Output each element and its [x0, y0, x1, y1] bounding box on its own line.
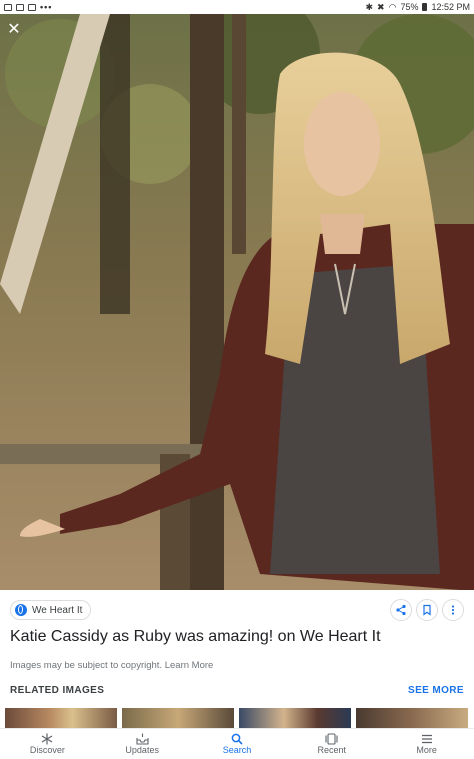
- recent-tabs-icon: [325, 732, 338, 745]
- inbox-icon: [136, 732, 149, 745]
- asterisk-icon: [41, 732, 53, 745]
- gallery-notification-icon: [16, 3, 24, 11]
- globe-icon: [15, 604, 27, 616]
- photo-illustration: [0, 14, 474, 590]
- nav-more[interactable]: More: [379, 729, 474, 759]
- bookmark-icon: [423, 604, 431, 616]
- see-more-link[interactable]: SEE MORE: [408, 685, 464, 696]
- source-chip[interactable]: We Heart It: [10, 600, 92, 620]
- related-images-heading: RELATED IMAGES: [10, 685, 105, 696]
- more-vert-icon: [451, 605, 455, 615]
- status-left: •••: [4, 2, 52, 12]
- overflow-menu-button[interactable]: [442, 599, 464, 621]
- nav-updates[interactable]: Updates: [95, 729, 190, 759]
- nav-updates-label: Updates: [125, 745, 159, 755]
- nav-discover-label: Discover: [29, 745, 65, 755]
- related-image-thumb[interactable]: [356, 708, 468, 730]
- image-title[interactable]: Katie Cassidy as Ruby was amazing! on We…: [10, 628, 465, 646]
- menu-icon: [421, 732, 433, 745]
- bluetooth-icon: ✱: [365, 1, 374, 12]
- wifi-icon: ◠: [388, 1, 397, 12]
- related-image-thumb[interactable]: [5, 708, 117, 730]
- clock: 12:52 PM: [431, 2, 470, 12]
- save-button[interactable]: [416, 599, 438, 621]
- source-name: We Heart It: [32, 604, 83, 616]
- battery-icon: [422, 3, 428, 11]
- related-image-thumb[interactable]: [122, 708, 234, 730]
- more-notifications-icon: •••: [40, 2, 53, 12]
- search-icon: [231, 732, 243, 745]
- status-bar: ••• ✱ ✖ ◠ 75% 12:52 PM: [0, 0, 474, 14]
- share-button[interactable]: [390, 599, 412, 621]
- main-image[interactable]: ✕: [0, 14, 474, 590]
- nav-more-label: More: [416, 745, 437, 755]
- share-icon: [396, 604, 406, 616]
- close-icon[interactable]: ✕: [4, 20, 24, 40]
- nav-search[interactable]: Search: [190, 729, 285, 759]
- nav-discover[interactable]: Discover: [0, 729, 95, 759]
- message-notification-icon: [28, 3, 36, 11]
- status-right: ✱ ✖ ◠ 75% 12:52 PM: [366, 2, 471, 13]
- mute-icon: ✖: [377, 1, 385, 12]
- nav-search-label: Search: [222, 745, 252, 755]
- copyright-notice[interactable]: Images may be subject to copyright. Lear…: [10, 660, 213, 671]
- notification-icon: [4, 3, 12, 11]
- related-image-thumb[interactable]: [239, 708, 351, 730]
- nav-recent[interactable]: Recent: [284, 729, 379, 759]
- related-images-strip: [5, 708, 474, 730]
- bottom-navigation: Discover Updates Search Recent More: [0, 728, 474, 759]
- nav-recent-label: Recent: [317, 745, 347, 755]
- battery-percent: 75%: [400, 2, 419, 12]
